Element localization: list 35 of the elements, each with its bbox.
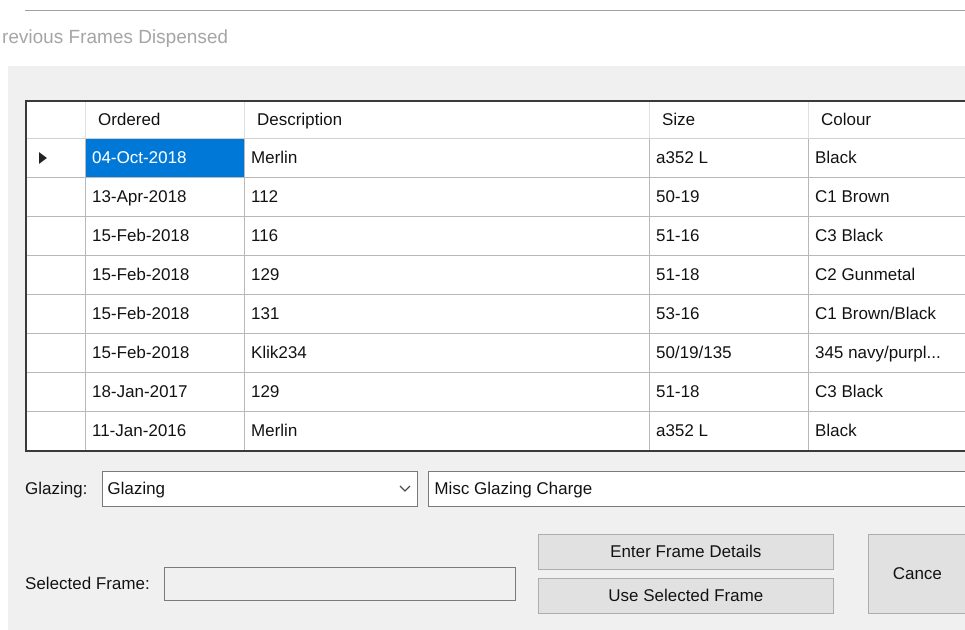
table-cell: Klik234 [245, 334, 650, 373]
glazing-charge-field[interactable]: Misc Glazing Charge [428, 471, 965, 507]
column-header[interactable]: Description [245, 102, 650, 139]
selected-frame-field[interactable] [164, 567, 516, 601]
table-cell: 15-Feb-2018 [86, 295, 245, 334]
table-cell: 129 [245, 256, 650, 295]
selected-frame-label: Selected Frame: [25, 574, 150, 594]
section-heading: revious Frames Dispensed [2, 27, 229, 49]
table-cell: 51-18 [650, 373, 809, 412]
table-cell: 131 [245, 295, 650, 334]
table-cell: Merlin [245, 139, 650, 178]
column-header[interactable]: Ordered [86, 102, 245, 139]
table-cell: 15-Feb-2018 [86, 334, 245, 373]
table-cell: 18-Jan-2017 [86, 373, 245, 412]
table-cell: 51-18 [650, 256, 809, 295]
enter-frame-details-button[interactable]: Enter Frame Details [538, 534, 834, 570]
table-cell: 129 [245, 373, 650, 412]
cancel-button[interactable]: Cance [868, 534, 965, 614]
chevron-down-icon [399, 485, 412, 493]
table-cell: 53-16 [650, 295, 809, 334]
table-cell: 50/19/135 [650, 334, 809, 373]
table-cell: 04-Oct-2018 [86, 139, 245, 178]
column-header[interactable]: Size [650, 102, 809, 139]
table-cell: 13-Apr-2018 [86, 178, 245, 217]
table-cell: 112 [245, 178, 650, 217]
table-cell: 15-Feb-2018 [86, 217, 245, 256]
glazing-label: Glazing: [25, 479, 88, 499]
table-cell: 51-16 [650, 217, 809, 256]
glazing-dropdown[interactable]: Glazing [102, 471, 418, 507]
table-cell: a352 L [650, 139, 809, 178]
use-selected-frame-button[interactable]: Use Selected Frame [538, 578, 834, 614]
current-row-icon [39, 152, 47, 164]
table-cell: 15-Feb-2018 [86, 256, 245, 295]
table-cell: 50-19 [650, 178, 809, 217]
table-cell: 116 [245, 217, 650, 256]
